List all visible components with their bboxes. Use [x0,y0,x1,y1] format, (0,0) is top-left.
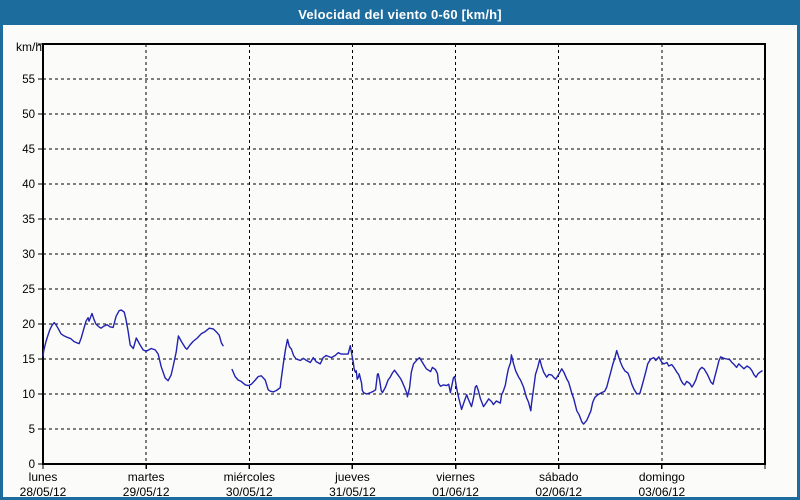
day-date-label: 01/06/12 [432,485,479,499]
day-name-label: jueves [334,470,370,484]
y-tick-label: 45 [22,144,35,156]
y-tick-label: 10 [22,389,35,401]
y-tick-label: 35 [22,214,35,226]
day-date-label: 31/05/12 [329,485,376,499]
y-tick-label: 5 [29,424,35,436]
y-tick-label: 30 [22,249,35,261]
day-name-label: domingo [639,470,685,484]
day-name-label: miércoles [224,470,275,484]
chart-svg: 0510152025303540455055lunes28/05/12marte… [3,3,800,500]
y-tick-label: 15 [22,354,35,366]
app-window: Velocidad del viento 0-60 [km/h] km/h 05… [0,0,800,500]
wind-speed-line [43,310,223,381]
day-date-label: 29/05/12 [123,485,170,499]
y-tick-label: 40 [22,179,35,191]
y-tick-label: 55 [22,74,35,86]
day-name-label: sábado [539,470,579,484]
day-date-label: 03/06/12 [638,485,685,499]
y-tick-label: 50 [22,109,35,121]
wind-speed-line [232,339,762,424]
day-name-label: martes [128,470,165,484]
y-tick-label: 25 [22,284,35,296]
day-name-label: viernes [436,470,475,484]
day-date-label: 02/06/12 [535,485,582,499]
day-name-label: lunes [29,470,58,484]
day-date-label: 30/05/12 [226,485,273,499]
y-tick-label: 20 [22,319,35,331]
day-date-label: 28/05/12 [20,485,67,499]
